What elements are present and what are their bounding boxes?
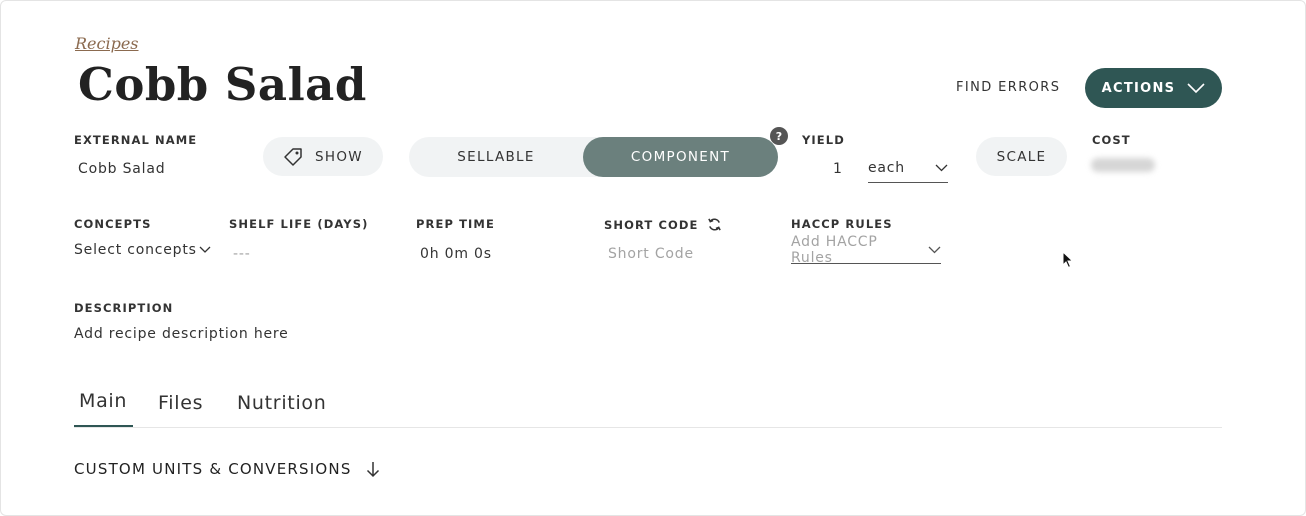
component-option[interactable]: COMPONENT [583, 137, 778, 177]
find-errors-button[interactable]: FIND ERRORS [956, 80, 1060, 95]
mouse-cursor-icon [1062, 251, 1074, 269]
yield-unit-value: each [868, 160, 905, 176]
sellable-component-toggle: SELLABLE COMPONENT [409, 137, 778, 177]
active-tab-indicator [74, 425, 133, 427]
tab-files[interactable]: Files [158, 392, 203, 414]
breadcrumb-recipes[interactable]: Recipes [75, 34, 139, 53]
external-name-value[interactable]: Cobb Salad [78, 161, 165, 177]
concepts-label: CONCEPTS [74, 217, 152, 231]
page-title: Cobb Salad [78, 58, 367, 111]
haccp-rules-select[interactable]: Add HACCP Rules [791, 234, 941, 266]
yield-quantity[interactable]: 1 [833, 161, 843, 177]
tab-nutrition[interactable]: Nutrition [237, 392, 327, 414]
actions-label: ACTIONS [1101, 80, 1176, 96]
cost-value-blurred [1091, 158, 1155, 172]
actions-button[interactable]: ACTIONS [1085, 68, 1222, 108]
tag-icon [283, 147, 303, 167]
sellable-option[interactable]: SELLABLE [409, 137, 583, 177]
chevron-down-icon [928, 246, 941, 254]
custom-units-section-toggle[interactable]: CUSTOM UNITS & CONVERSIONS [74, 460, 380, 478]
description-input[interactable]: Add recipe description here [74, 326, 289, 342]
concepts-select[interactable]: Select concepts [74, 242, 211, 258]
short-code-input[interactable]: Short Code [608, 246, 694, 262]
refresh-icon[interactable] [707, 217, 722, 232]
tabs-divider [74, 427, 1222, 428]
prep-time-value[interactable]: 0h 0m 0s [420, 246, 492, 262]
prep-time-label: PREP TIME [416, 217, 495, 231]
short-code-header: SHORT CODE [604, 217, 722, 232]
custom-units-heading: CUSTOM UNITS & CONVERSIONS [74, 460, 352, 478]
yield-label: YIELD [802, 133, 845, 147]
chevron-down-icon [199, 246, 211, 254]
chevron-down-icon [1187, 82, 1205, 94]
show-label: SHOW [315, 148, 363, 165]
tab-main[interactable]: Main [79, 390, 127, 412]
help-icon[interactable]: ? [770, 127, 788, 145]
arrow-down-icon [366, 461, 380, 478]
shelf-life-label: SHELF LIFE (DAYS) [229, 217, 369, 231]
description-label: DESCRIPTION [74, 301, 174, 315]
show-button[interactable]: SHOW [263, 137, 383, 176]
yield-unit-select[interactable]: each [868, 158, 948, 183]
haccp-rules-label: HACCP RULES [791, 217, 893, 231]
short-code-label: SHORT CODE [604, 217, 699, 232]
scale-button[interactable]: SCALE [976, 137, 1067, 176]
concepts-value: Select concepts [74, 242, 197, 258]
cost-label: COST [1092, 133, 1131, 147]
shelf-life-input[interactable]: --- [233, 246, 251, 262]
chevron-down-icon [935, 164, 948, 172]
haccp-rules-placeholder: Add HACCP Rules [791, 234, 878, 266]
external-name-label: EXTERNAL NAME [74, 133, 198, 147]
